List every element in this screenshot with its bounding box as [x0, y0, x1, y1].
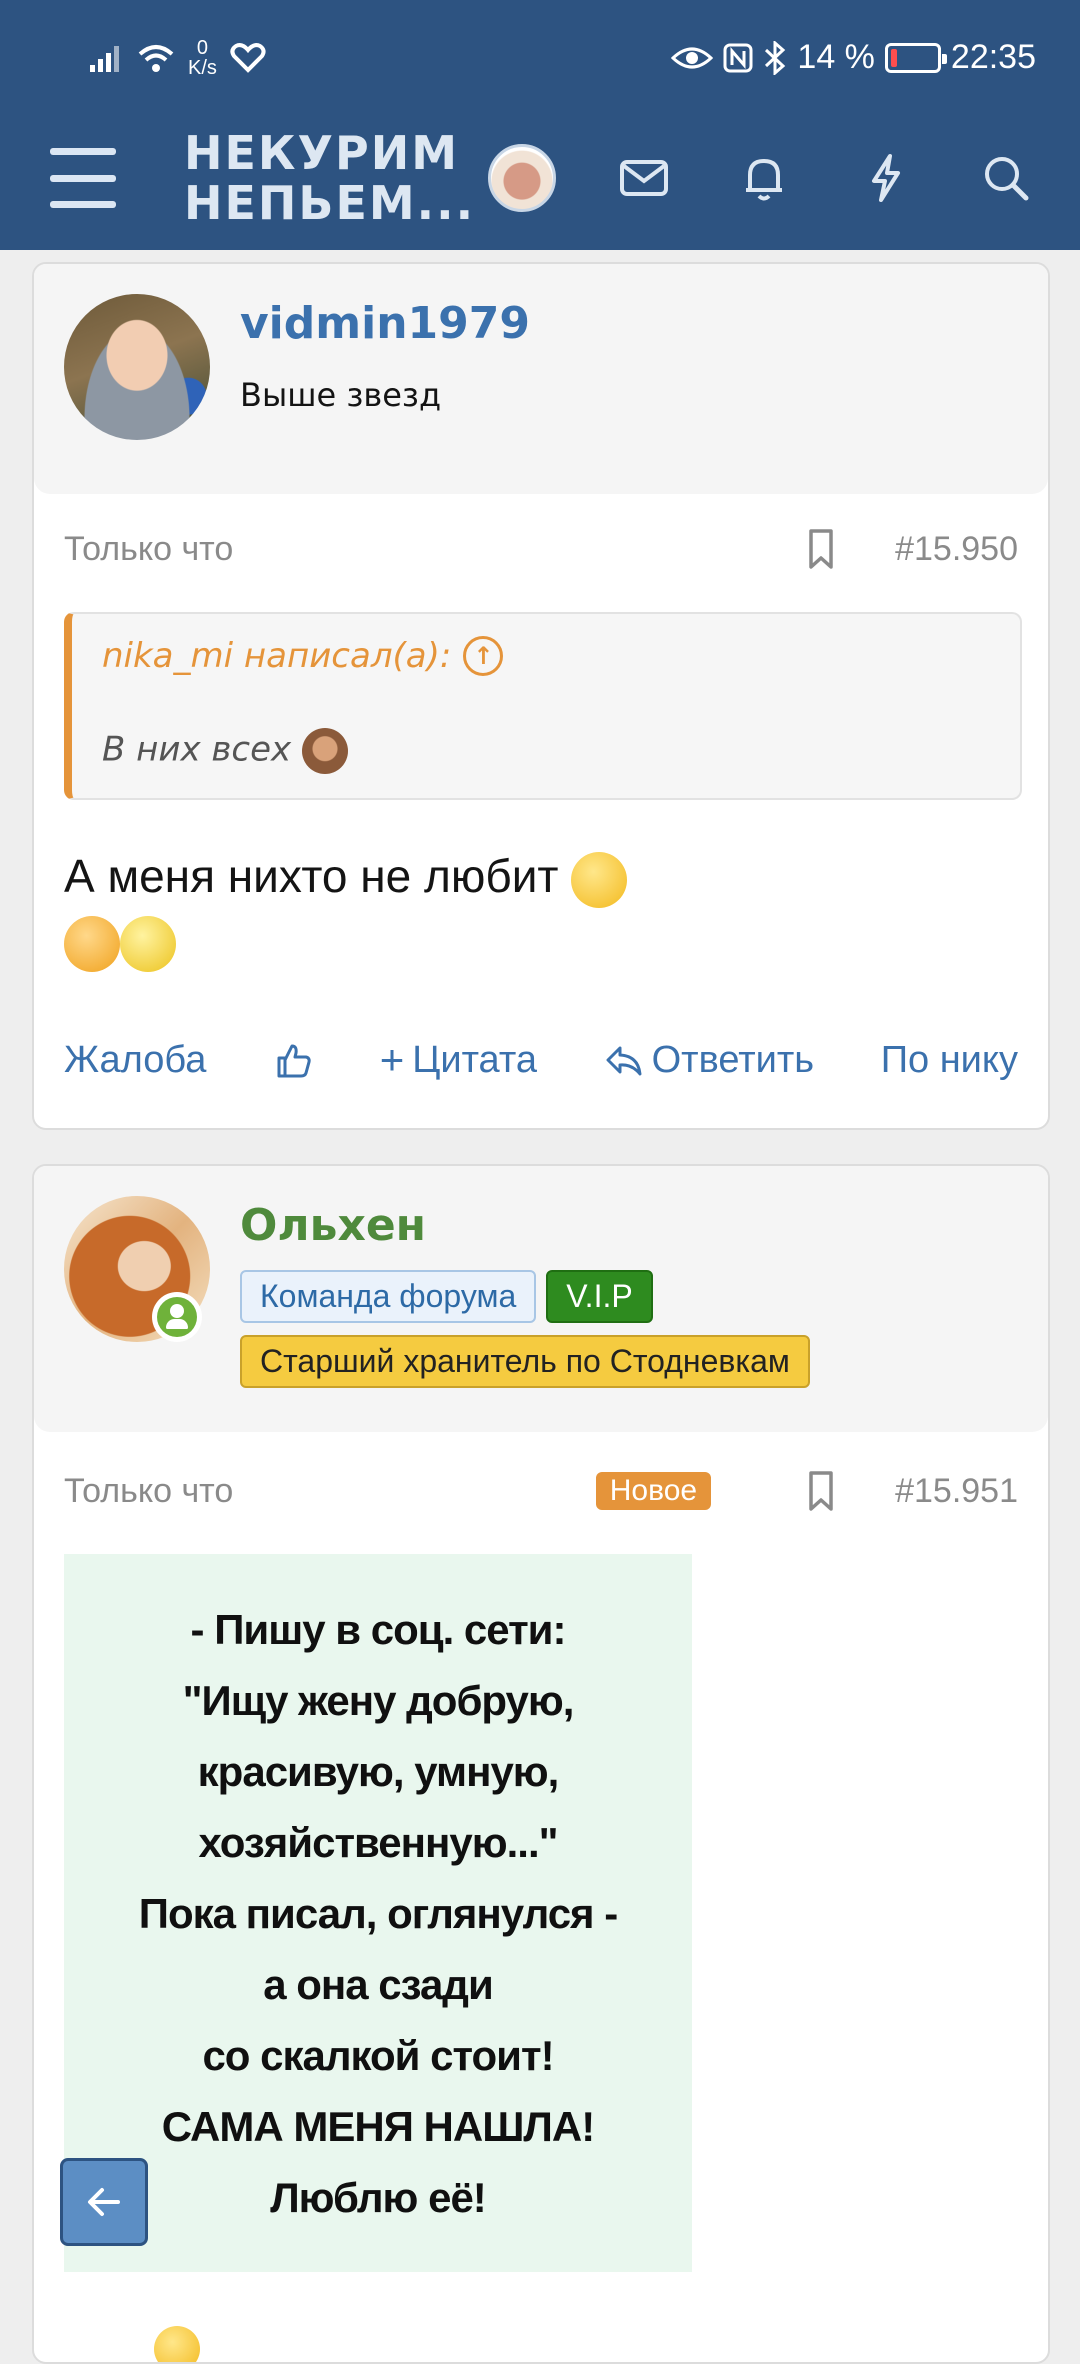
report-label: Жалоба [64, 1038, 207, 1081]
logo-line2: НЕПЬЕМ... [184, 176, 476, 230]
badge-rank: Старший хранитель по Стодневкам [240, 1335, 810, 1388]
meme-image[interactable]: - Пишу в соц. сети: "Ищу жену добрую, кр… [64, 1554, 692, 2272]
post-number[interactable]: #15.951 [895, 1472, 1018, 1511]
like-button[interactable] [273, 1040, 313, 1080]
post-body-text: А меня нихто не любит [64, 850, 559, 902]
post-body: А меня нихто не любит [64, 844, 628, 972]
menu-icon[interactable] [50, 148, 116, 208]
bookmark-icon[interactable] [801, 1469, 841, 1513]
quote-text: В них всех [102, 728, 348, 774]
username[interactable]: vidmin1979 [240, 298, 530, 349]
plus-icon: + [379, 1036, 405, 1083]
by-nick-label: По нику [880, 1038, 1018, 1081]
meme-line: САМА МЕНЯ НАШЛА! [161, 2102, 595, 2150]
meme-line: со скалкой стоит! [202, 2031, 554, 2079]
post-author-block: vidmin1979 Выше звезд [34, 264, 1048, 494]
reply-label: Ответить [651, 1038, 815, 1081]
crying-emoji-icon [64, 915, 120, 972]
quote-button[interactable]: + Цитата [380, 1036, 537, 1084]
post-time[interactable]: Только что [64, 530, 801, 569]
bookmark-icon[interactable] [801, 527, 841, 571]
username[interactable]: Ольхен [240, 1200, 426, 1251]
meme-line: Люблю её! [270, 2173, 487, 2221]
back-button[interactable] [60, 2158, 148, 2246]
reply-arrow-icon [606, 1046, 642, 1076]
online-status-icon [152, 1292, 202, 1342]
eye-roll-emoji-icon [571, 851, 628, 908]
battery-percent: 14 % [797, 38, 875, 76]
signal-icon [90, 46, 119, 72]
post-author-block: Ольхен Команда форума V.I.P Старший храни… [34, 1166, 1048, 1432]
report-link[interactable]: Жалоба [64, 1039, 206, 1082]
post-number[interactable]: #15.950 [895, 530, 1018, 569]
reply-button[interactable]: Ответить [604, 1039, 814, 1082]
nav-bar: НЕКУРИМ НЕПЬЕМ... [0, 120, 1080, 250]
clock: 22:35 [950, 38, 1036, 76]
heart-link-icon [230, 43, 266, 73]
nfc-icon [723, 43, 753, 72]
user-avatar[interactable] [64, 294, 210, 440]
quote-block: nika_mi написал(а): ↑ В них всех [64, 612, 1022, 800]
search-icon[interactable] [978, 150, 1034, 206]
eye-icon [671, 47, 714, 68]
badge-vip: V.I.P [546, 1270, 653, 1323]
post-actions-partial [64, 2324, 1018, 2362]
envelope-icon[interactable] [616, 150, 672, 206]
meme-line: хозяйственную..." [198, 1818, 558, 1866]
wifi-icon [138, 45, 174, 72]
post-time[interactable]: Только что [64, 1472, 596, 1511]
post-meta: Только что Новое #15.951 [64, 1466, 1018, 1516]
logo-line1: НЕКУРИМ [184, 126, 459, 180]
status-bar: 0 K/s 14 % 22:35 [0, 0, 1080, 120]
user-title: Выше звезд [240, 376, 442, 414]
meme-line: - Пишу в соц. сети: [190, 1605, 567, 1653]
status-right: 14 % 22:35 [671, 38, 1036, 77]
net-speed-value: 0 [196, 37, 209, 59]
meme-line: красивую, умную, [197, 1747, 560, 1795]
post-meta: Только что #15.950 [64, 524, 1018, 574]
reaction-emoji-icon[interactable] [154, 2326, 200, 2362]
net-speed: 0 K/s [188, 38, 217, 78]
quote-author[interactable]: nika_mi написал(а): ↑ [102, 636, 504, 676]
account-avatar[interactable] [488, 144, 556, 212]
post-actions: Жалоба + Цитата Ответить По нику [64, 1030, 1018, 1090]
lightning-icon[interactable] [858, 150, 914, 206]
badge-team: Команда форума [240, 1270, 537, 1323]
thumbs-up-icon [277, 1044, 311, 1078]
site-logo[interactable]: НЕКУРИМ НЕПЬЕМ... [184, 128, 475, 228]
meme-line: "Ищу жену добрую, [182, 1676, 575, 1724]
post-15950: vidmin1979 Выше звезд Только что #15.950… [32, 262, 1050, 1130]
quote-label: Цитата [412, 1038, 537, 1081]
bell-icon[interactable] [736, 150, 792, 206]
app-header: 0 K/s 14 % 22:35 НЕКУРИМ НЕПЬЕМ... [0, 0, 1080, 250]
bluetooth-icon [765, 40, 786, 75]
new-badge: Новое [595, 1472, 712, 1510]
user-badges: Команда форума V.I.P Старший хранитель по… [240, 1270, 940, 1400]
arrow-up-circle-icon[interactable]: ↑ [463, 636, 504, 676]
net-speed-unit: K/s [188, 57, 217, 79]
meme-line: Пока писал, оглянулся - [138, 1889, 618, 1937]
see-no-evil-monkey-icon [301, 728, 348, 774]
thinking-emoji-icon [120, 915, 176, 972]
by-nick-button[interactable]: По нику [881, 1039, 1018, 1082]
arrow-left-icon [88, 2188, 120, 2216]
quote-text-content: В них всех [102, 729, 292, 770]
battery-icon [884, 42, 947, 73]
post-15951: Ольхен Команда форума V.I.P Старший храни… [32, 1164, 1050, 2364]
status-left: 0 K/s [88, 38, 267, 78]
meme-line: а она сзади [263, 1960, 494, 2008]
meme-text: - Пишу в соц. сети: "Ищу жену добрую, кр… [138, 1594, 618, 2233]
quote-author-label: nika_mi написал(а): [102, 636, 452, 676]
